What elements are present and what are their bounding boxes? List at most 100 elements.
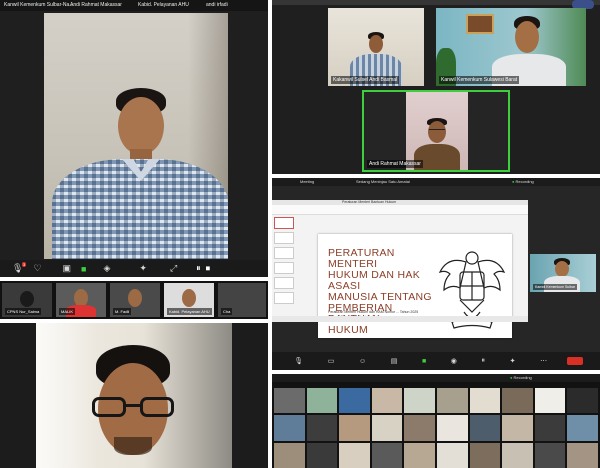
speaker-video [44, 13, 228, 259]
apps-icon[interactable]: ✦ [510, 357, 516, 365]
gallery-tile [567, 442, 598, 468]
slide-title-line: HUKUM [328, 324, 368, 336]
thumb-name-tag: Cha [221, 308, 233, 315]
video-tile-kanwil-sulbar: Kanwil Kemenkum Sulawesi Barat [436, 8, 586, 86]
gallery-tile [274, 415, 305, 441]
record-icon[interactable]: ◉ [451, 357, 457, 365]
thumb-name-tag: Kabid. Pelayanan AHU [167, 308, 212, 315]
view-icon[interactable]: ⤢ [170, 263, 177, 274]
participant-head [20, 291, 34, 307]
participant-glasses [429, 129, 445, 132]
gallery-tile [469, 442, 501, 468]
security-icon[interactable]: ◈ [103, 263, 110, 274]
gallery-title-bar: ● Recording [272, 374, 600, 382]
recording-label: Recording [513, 375, 532, 380]
slide-thumbnails [274, 217, 296, 321]
gallery-tile [339, 442, 370, 468]
participant-head [182, 289, 196, 307]
gallery-tile [274, 388, 305, 414]
current-slide: PERATURAN MENTERI HUKUM DAN HAK ASASI MA… [318, 234, 512, 338]
strip-name-2: Andi Rahmat Makassar [70, 2, 122, 8]
gallery-tile [274, 442, 305, 468]
gallery-tile [371, 442, 403, 468]
gallery-tile [404, 415, 435, 441]
zoom-title-bar: Meeting Sedang Meninjau Satu Amatai ● Re… [272, 178, 600, 186]
recording-indicator: ● Recording [512, 179, 534, 184]
mic-icon[interactable]: 🎙 [294, 357, 303, 365]
gallery-tile [534, 388, 566, 414]
tile-name-tag: Andi Rahmat Makassar [367, 160, 423, 168]
slide-thumbnail[interactable] [274, 247, 294, 259]
participants-icon[interactable]: ▣ [63, 263, 72, 274]
slide-thumbnail[interactable] [274, 277, 294, 289]
window-tab-meeting[interactable]: Meeting [300, 179, 314, 184]
ppt-ribbon [272, 205, 528, 215]
gallery-tile [371, 415, 403, 441]
pause-recording-icon[interactable]: ⏸ [196, 263, 201, 274]
share-icon[interactable]: ■ [422, 358, 426, 365]
slide-thumbnail[interactable] [274, 232, 294, 244]
notification-count-badge: 3 [22, 262, 27, 267]
wall-picture [466, 14, 494, 34]
side-participant-video: Kanwil Kemenkum Sulbar [530, 254, 596, 292]
chat-icon[interactable]: ▤ [391, 357, 398, 365]
chat-icon[interactable]: ■ [81, 264, 86, 274]
pause-recording-icon[interactable]: ⏸ [482, 357, 486, 365]
leave-button[interactable] [566, 357, 583, 365]
thumb-name-tag: CPNS Nur_Salma [5, 308, 42, 315]
participants-icon[interactable]: ☺ [359, 358, 366, 365]
video-call-panel-secondary [0, 323, 268, 468]
participant-head [515, 21, 539, 53]
gallery-tile [502, 442, 533, 468]
gallery-tile [404, 388, 435, 414]
video-call-panel-grid: Kakanwil Sulsel Andi Basmal Kanwil Kemen… [272, 0, 600, 174]
gallery-tile [437, 415, 468, 441]
gallery-tile [437, 442, 468, 468]
gallery-tile [371, 388, 403, 414]
slide-thumbnail[interactable] [274, 262, 294, 274]
gallery-tile [534, 442, 566, 468]
participant-head [428, 121, 446, 143]
window-tab-viewing[interactable]: Sedang Meninjau Satu Amatai [356, 179, 410, 184]
thumb-tile: CPNS Nur_Salma [2, 283, 52, 317]
slide-title: PERATURAN MENTERI HUKUM DAN HAK ASASI MA… [328, 248, 438, 336]
thumb-tile: Kabid. Pelayanan AHU [164, 283, 214, 317]
participant-head [555, 261, 569, 277]
meeting-toolbar: 🎙 3 ♡ ▣ ■ ◈ ✦ ⤢ ⏸ ⏹ [0, 260, 268, 277]
screen-share-panel: Meeting Sedang Meninjau Satu Amatai ● Re… [272, 178, 600, 370]
strip-name-4: andi irfadi [206, 2, 228, 8]
powerpoint-window: Peraturan Menteri Bantuan Hukum PERATURA… [272, 200, 528, 338]
gallery-tile [502, 388, 533, 414]
slide-thumbnail[interactable] [274, 217, 294, 229]
more-icon[interactable]: ⋯ [540, 357, 547, 365]
stop-recording-icon[interactable]: ⏹ [206, 263, 211, 274]
thumb-tile: M. Fadli [110, 283, 160, 317]
reaction-icon[interactable]: ♡ [33, 263, 41, 274]
thumb-name-tag: M. Fadli [113, 308, 132, 315]
gallery-tile [534, 415, 566, 441]
gallery-tile [437, 388, 468, 414]
gallery-tile [567, 388, 598, 414]
gallery-tile [567, 415, 598, 441]
gallery-tile [339, 415, 370, 441]
thumb-tile: Cha [218, 283, 266, 317]
tile-name-tag: Kanwil Kemenkum Sulbar [533, 284, 578, 290]
strip-name-3: Kabid. Pelayanan AHU [138, 2, 189, 8]
participant-head [128, 289, 142, 307]
gallery-grid [274, 388, 598, 468]
video-tile-andi-rahmat: Andi Rahmat Makassar [362, 90, 510, 172]
screenshot-collage: Kanwil Kemenkum Sulbar-Na... Andi Rahmat… [0, 0, 600, 468]
apps-icon[interactable]: ✦ [139, 263, 147, 274]
window-light [36, 323, 96, 468]
slide-title-line: PERATURAN MENTERI [328, 247, 395, 270]
thumbnail-bar [272, 0, 600, 5]
gallery-view-panel: ● Recording [272, 374, 600, 468]
slide-thumbnail[interactable] [274, 292, 294, 304]
tile-name-tag: Kanwil Kemenkum Sulawesi Barat [439, 76, 520, 84]
video-icon[interactable]: ▭ [328, 357, 335, 365]
tile-name-tag: Kakanwil Sulsel Andi Basmal [331, 76, 400, 84]
gallery-tile [469, 388, 501, 414]
video-call-panel-main-speaker: Kanwil Kemenkum Sulbar-Na... Andi Rahmat… [0, 0, 268, 277]
participant-head [369, 35, 383, 53]
speaker-beard [114, 437, 152, 455]
